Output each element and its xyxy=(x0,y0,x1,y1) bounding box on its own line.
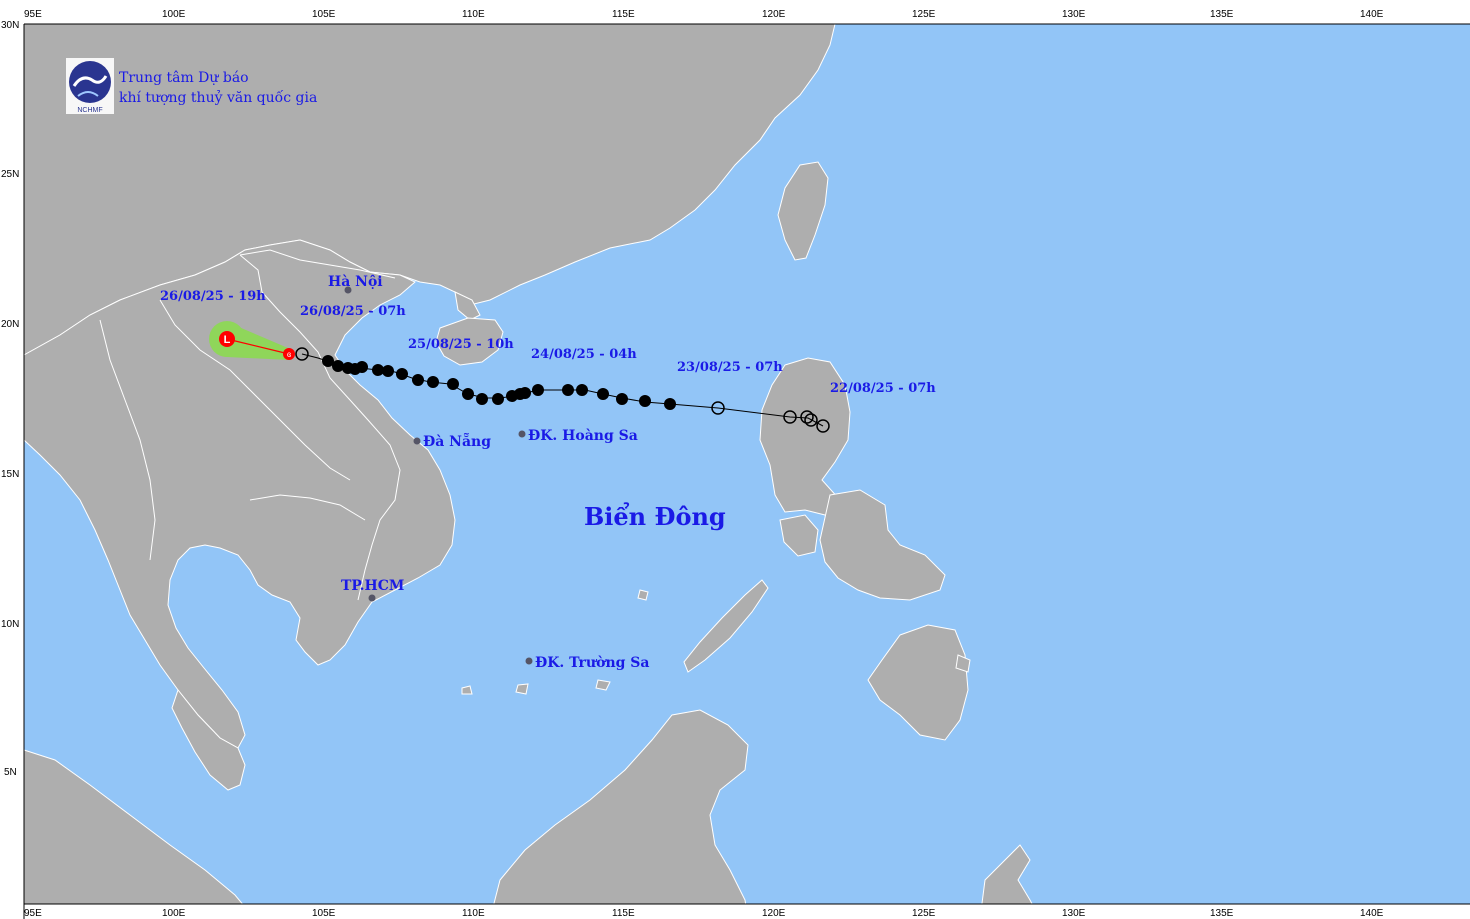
marker-hcm xyxy=(368,594,376,602)
top-tick: 140E xyxy=(1360,9,1384,20)
label-danang: Đà Nẵng xyxy=(423,431,491,450)
track-point xyxy=(664,398,676,410)
track-point xyxy=(356,361,368,373)
bottom-tick: 125E xyxy=(912,908,936,919)
top-tick: 105E xyxy=(312,9,336,20)
label-hoangsa: ĐK. Hoàng Sa xyxy=(528,428,638,444)
label-hanoi: Hà Nội xyxy=(328,274,383,290)
storm-track-map: L ɞ Hà Nội Đà Nẵng ĐK. Hoàng Sa TP.HCM Đ… xyxy=(0,0,1470,919)
top-tick: 120E xyxy=(762,9,786,20)
current-position-symbol: ɞ xyxy=(287,350,291,359)
marker-danang xyxy=(413,437,421,445)
top-tick: 130E xyxy=(1062,9,1086,20)
marker-truongsa xyxy=(525,657,533,665)
land-island-3 xyxy=(515,683,529,695)
left-tick: 30N xyxy=(1,20,19,31)
track-point xyxy=(532,384,544,396)
time-label-2: 26/08/25 - 07h xyxy=(300,304,406,319)
track-point xyxy=(462,388,474,400)
bottom-tick: 115E xyxy=(612,908,635,919)
bottom-tick: 130E xyxy=(1062,908,1086,919)
left-tick: 5N xyxy=(4,767,17,778)
track-point xyxy=(332,360,344,372)
bottom-tick: 120E xyxy=(762,908,786,919)
logo-text: NCHMF xyxy=(77,107,102,114)
left-tick: 15N xyxy=(1,469,19,480)
time-label-6: 22/08/25 - 07h xyxy=(830,381,936,396)
bottom-tick: 105E xyxy=(312,908,336,919)
track-point xyxy=(396,368,408,380)
track-point xyxy=(427,376,439,388)
track-point xyxy=(616,393,628,405)
land-island-4 xyxy=(461,685,473,695)
label-sea: Biển Đông xyxy=(584,502,726,531)
top-tick: 125E xyxy=(912,9,936,20)
bottom-tick: 140E xyxy=(1360,908,1384,919)
label-truongsa: ĐK. Trường Sa xyxy=(535,655,649,671)
track-point xyxy=(447,378,459,390)
marker-hoangsa xyxy=(518,430,526,438)
org-name-line2: khí tượng thuỷ văn quốc gia xyxy=(119,89,317,106)
left-tick: 20N xyxy=(1,319,19,330)
top-tick: 95E xyxy=(24,9,42,20)
land-island-1 xyxy=(637,589,649,601)
top-axis-strip xyxy=(0,0,1470,24)
bottom-axis-strip xyxy=(0,904,1470,919)
top-tick: 135E xyxy=(1210,9,1234,20)
track-point xyxy=(519,387,531,399)
left-tick: 10N xyxy=(1,619,19,630)
bottom-tick: 110E xyxy=(462,908,485,919)
bottom-tick: 135E xyxy=(1210,908,1234,919)
bottom-tick: 95E xyxy=(24,908,42,919)
time-label-3: 25/08/25 - 10h xyxy=(408,337,514,352)
track-point xyxy=(597,388,609,400)
label-hcm: TP.HCM xyxy=(341,578,404,594)
top-tick: 110E xyxy=(462,9,485,20)
track-point xyxy=(476,393,488,405)
left-tick: 25N xyxy=(1,169,19,180)
time-label-1: 26/08/25 - 19h xyxy=(160,289,266,304)
track-point xyxy=(382,365,394,377)
top-tick: 100E xyxy=(162,9,186,20)
org-name-line1: Trung tâm Dự báo xyxy=(119,70,249,86)
time-label-4: 24/08/25 - 04h xyxy=(531,347,637,362)
left-axis-strip xyxy=(0,0,24,919)
forecast-symbol: L xyxy=(224,334,231,346)
track-point xyxy=(412,374,424,386)
track-point xyxy=(492,393,504,405)
track-point xyxy=(576,384,588,396)
time-label-5: 23/08/25 - 07h xyxy=(677,360,783,375)
bottom-tick: 100E xyxy=(162,908,186,919)
top-tick: 115E xyxy=(612,9,635,20)
track-point xyxy=(639,395,651,407)
track-point xyxy=(562,384,574,396)
